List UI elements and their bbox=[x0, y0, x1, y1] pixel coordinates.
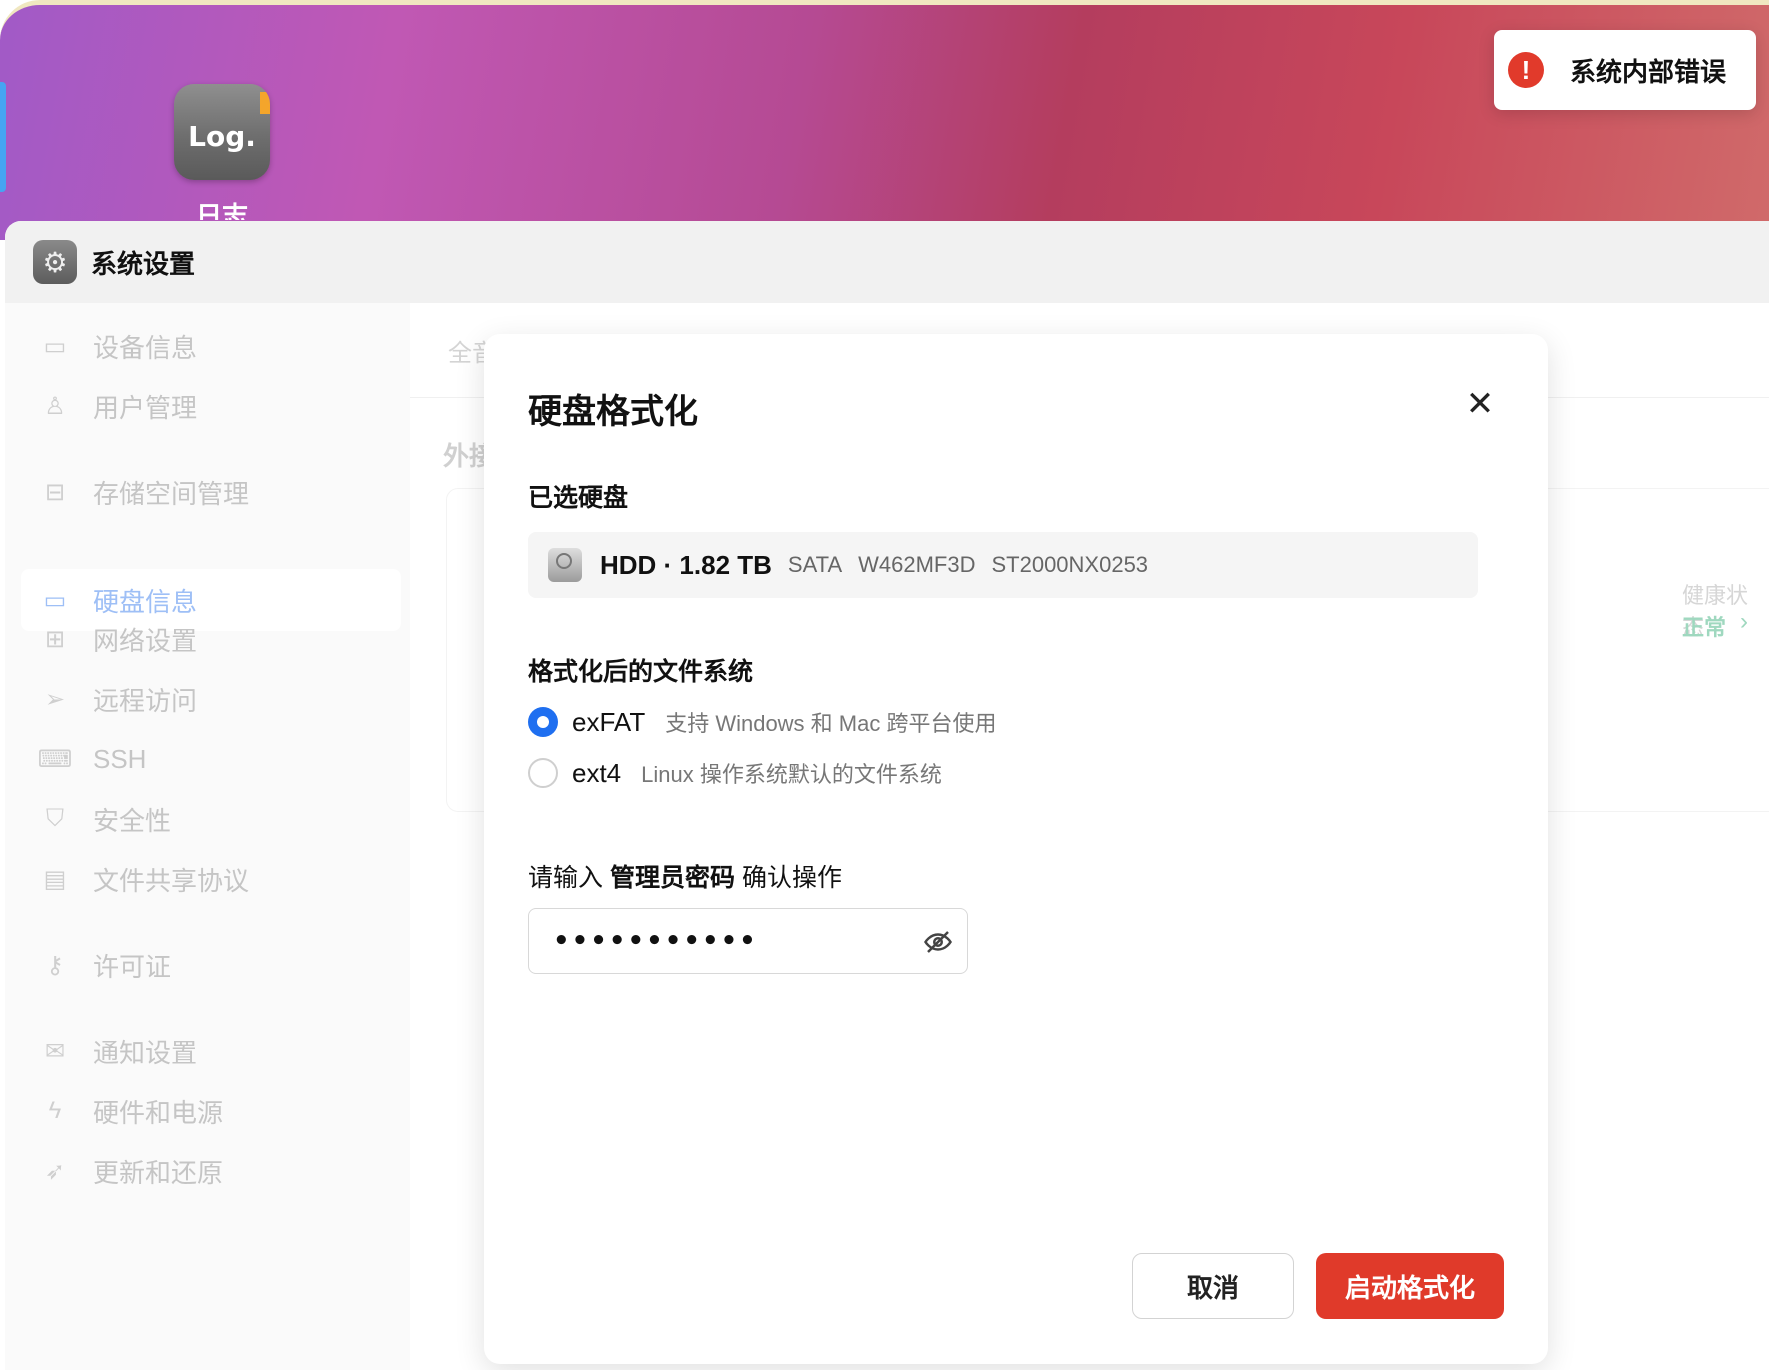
sidebar-item-remote[interactable]: ➢ 远程访问 bbox=[21, 668, 401, 730]
radio-button[interactable] bbox=[528, 758, 558, 788]
sidebar-item-label: 存储空间管理 bbox=[93, 478, 250, 509]
drive-icon: ▭ bbox=[43, 332, 67, 360]
sidebar-item-label: 硬件和电源 bbox=[93, 1097, 224, 1128]
password-prompt: 请输入 管理员密码 确认操作 bbox=[528, 858, 842, 894]
cancel-button[interactable]: 取消 bbox=[1132, 1253, 1294, 1319]
selected-disk: HDD · 1.82 TB SATA W462MF3D ST2000NX0253 bbox=[528, 532, 1478, 598]
sidebar-item-file-sharing[interactable]: ▤ 文件共享协议 bbox=[21, 848, 401, 910]
code-icon: ⌨ bbox=[37, 745, 73, 773]
fs-option-desc: Linux 操作系统默认的文件系统 bbox=[641, 762, 942, 787]
sidebar-item-notifications[interactable]: ✉ 通知设置 bbox=[21, 1020, 401, 1082]
send-icon: ➢ bbox=[44, 685, 66, 713]
password-input[interactable] bbox=[551, 925, 895, 957]
chevron-right-icon: › bbox=[1740, 608, 1748, 635]
selected-disk-label: 已选硬盘 bbox=[528, 484, 629, 512]
fs-option-name: exFAT bbox=[572, 706, 646, 737]
prompt-before: 请输入 bbox=[528, 864, 604, 892]
password-field[interactable] bbox=[528, 908, 968, 974]
health-status-value: 正常 bbox=[1682, 615, 1727, 640]
sidebar-item-storage[interactable]: ⊟ 存储空间管理 bbox=[21, 461, 401, 523]
sidebar-item-ssh[interactable]: ⌨ SSH bbox=[21, 728, 401, 790]
disk-interface: SATA bbox=[787, 552, 843, 577]
prompt-after: 确认操作 bbox=[741, 864, 842, 892]
sidebar-item-network[interactable]: ⊞ 网络设置 bbox=[21, 608, 401, 670]
disk-model: ST2000NX0253 bbox=[991, 552, 1149, 577]
disk-serial: W462MF3D bbox=[858, 552, 976, 577]
start-format-button[interactable]: 启动格式化 bbox=[1316, 1253, 1504, 1319]
prompt-emphasis: 管理员密码 bbox=[609, 864, 735, 892]
sidebar-item-label: 更新和还原 bbox=[93, 1157, 224, 1188]
user-icon: ♙ bbox=[44, 392, 66, 420]
sidebar-item-label: 设备信息 bbox=[93, 332, 198, 363]
sidebar-item-label: 安全性 bbox=[93, 805, 172, 836]
sidebar-item-hardware-power[interactable]: ϟ 硬件和电源 bbox=[21, 1080, 401, 1142]
toast-message: 系统内部错误 bbox=[1570, 56, 1727, 87]
window-title: 系统设置 bbox=[91, 248, 196, 279]
inbox-icon: ⊟ bbox=[44, 478, 66, 506]
sidebar-item-label: 用户管理 bbox=[93, 392, 198, 423]
radio-button[interactable] bbox=[528, 707, 558, 737]
log-icon-text: Log. bbox=[188, 120, 256, 153]
log-icon-tab bbox=[260, 92, 270, 114]
sidebar-item-security[interactable]: ⛉ 安全性 bbox=[21, 788, 401, 850]
error-toast: ! 系统内部错误 bbox=[1494, 30, 1756, 110]
network-icon: ⊞ bbox=[44, 625, 66, 653]
fs-option-name: ext4 bbox=[572, 757, 622, 788]
sidebar-item-label: 文件共享协议 bbox=[93, 865, 250, 896]
sidebar-item-label: 网络设置 bbox=[93, 625, 198, 656]
modal-title: 硬盘格式化 bbox=[528, 393, 698, 431]
format-disk-modal: 硬盘格式化 ✕ 已选硬盘 HDD · 1.82 TB SATA W462MF3D… bbox=[484, 334, 1548, 1364]
sidebar-item-update-restore[interactable]: ➶ 更新和还原 bbox=[21, 1140, 401, 1202]
filesystem-label: 格式化后的文件系统 bbox=[528, 658, 754, 686]
fs-option-exfat[interactable]: exFAT 支持 Windows 和 Mac 跨平台使用 bbox=[528, 706, 996, 738]
sidebar-item-label: 许可证 bbox=[93, 951, 172, 982]
window-titlebar: ⚙ 系统设置 bbox=[5, 221, 1769, 303]
power-icon: ϟ bbox=[48, 1097, 62, 1124]
sidebar-item-users[interactable]: ♙ 用户管理 bbox=[21, 375, 401, 437]
sidebar-item-license[interactable]: ⚷ 许可证 bbox=[21, 934, 401, 996]
desktop-edge-icon bbox=[0, 82, 6, 192]
fs-option-desc: 支持 Windows 和 Mac 跨平台使用 bbox=[665, 711, 997, 736]
fs-option-ext4[interactable]: ext4 Linux 操作系统默认的文件系统 bbox=[528, 757, 942, 789]
hard-drive-icon bbox=[548, 548, 582, 582]
eye-off-icon[interactable] bbox=[923, 927, 953, 957]
rocket-icon: ➶ bbox=[44, 1157, 66, 1185]
log-app-icon[interactable]: Log. bbox=[174, 84, 270, 180]
sidebar-item-label: 远程访问 bbox=[93, 685, 198, 716]
settings-gear-icon: ⚙ bbox=[33, 240, 77, 284]
sidebar-item-label: 通知设置 bbox=[93, 1037, 198, 1068]
sidebar: ▭ 设备信息 ♙ 用户管理 ⊟ 存储空间管理 ▭ 硬盘信息 ⊞ 网络设置 ➢ 远… bbox=[5, 303, 410, 1370]
sidebar-item-device-info[interactable]: ▭ 设备信息 bbox=[21, 315, 401, 377]
mail-icon: ✉ bbox=[44, 1037, 66, 1065]
file-icon: ▤ bbox=[43, 865, 67, 893]
error-circle-icon: ! bbox=[1508, 52, 1544, 88]
sidebar-item-label: SSH bbox=[93, 743, 147, 774]
log-app-label: 日志 bbox=[196, 201, 249, 220]
close-icon[interactable]: ✕ bbox=[1460, 384, 1500, 424]
key-icon: ⚷ bbox=[46, 951, 64, 979]
shield-icon: ⛉ bbox=[46, 805, 64, 832]
disk-name: HDD · 1.82 TB bbox=[600, 549, 772, 580]
